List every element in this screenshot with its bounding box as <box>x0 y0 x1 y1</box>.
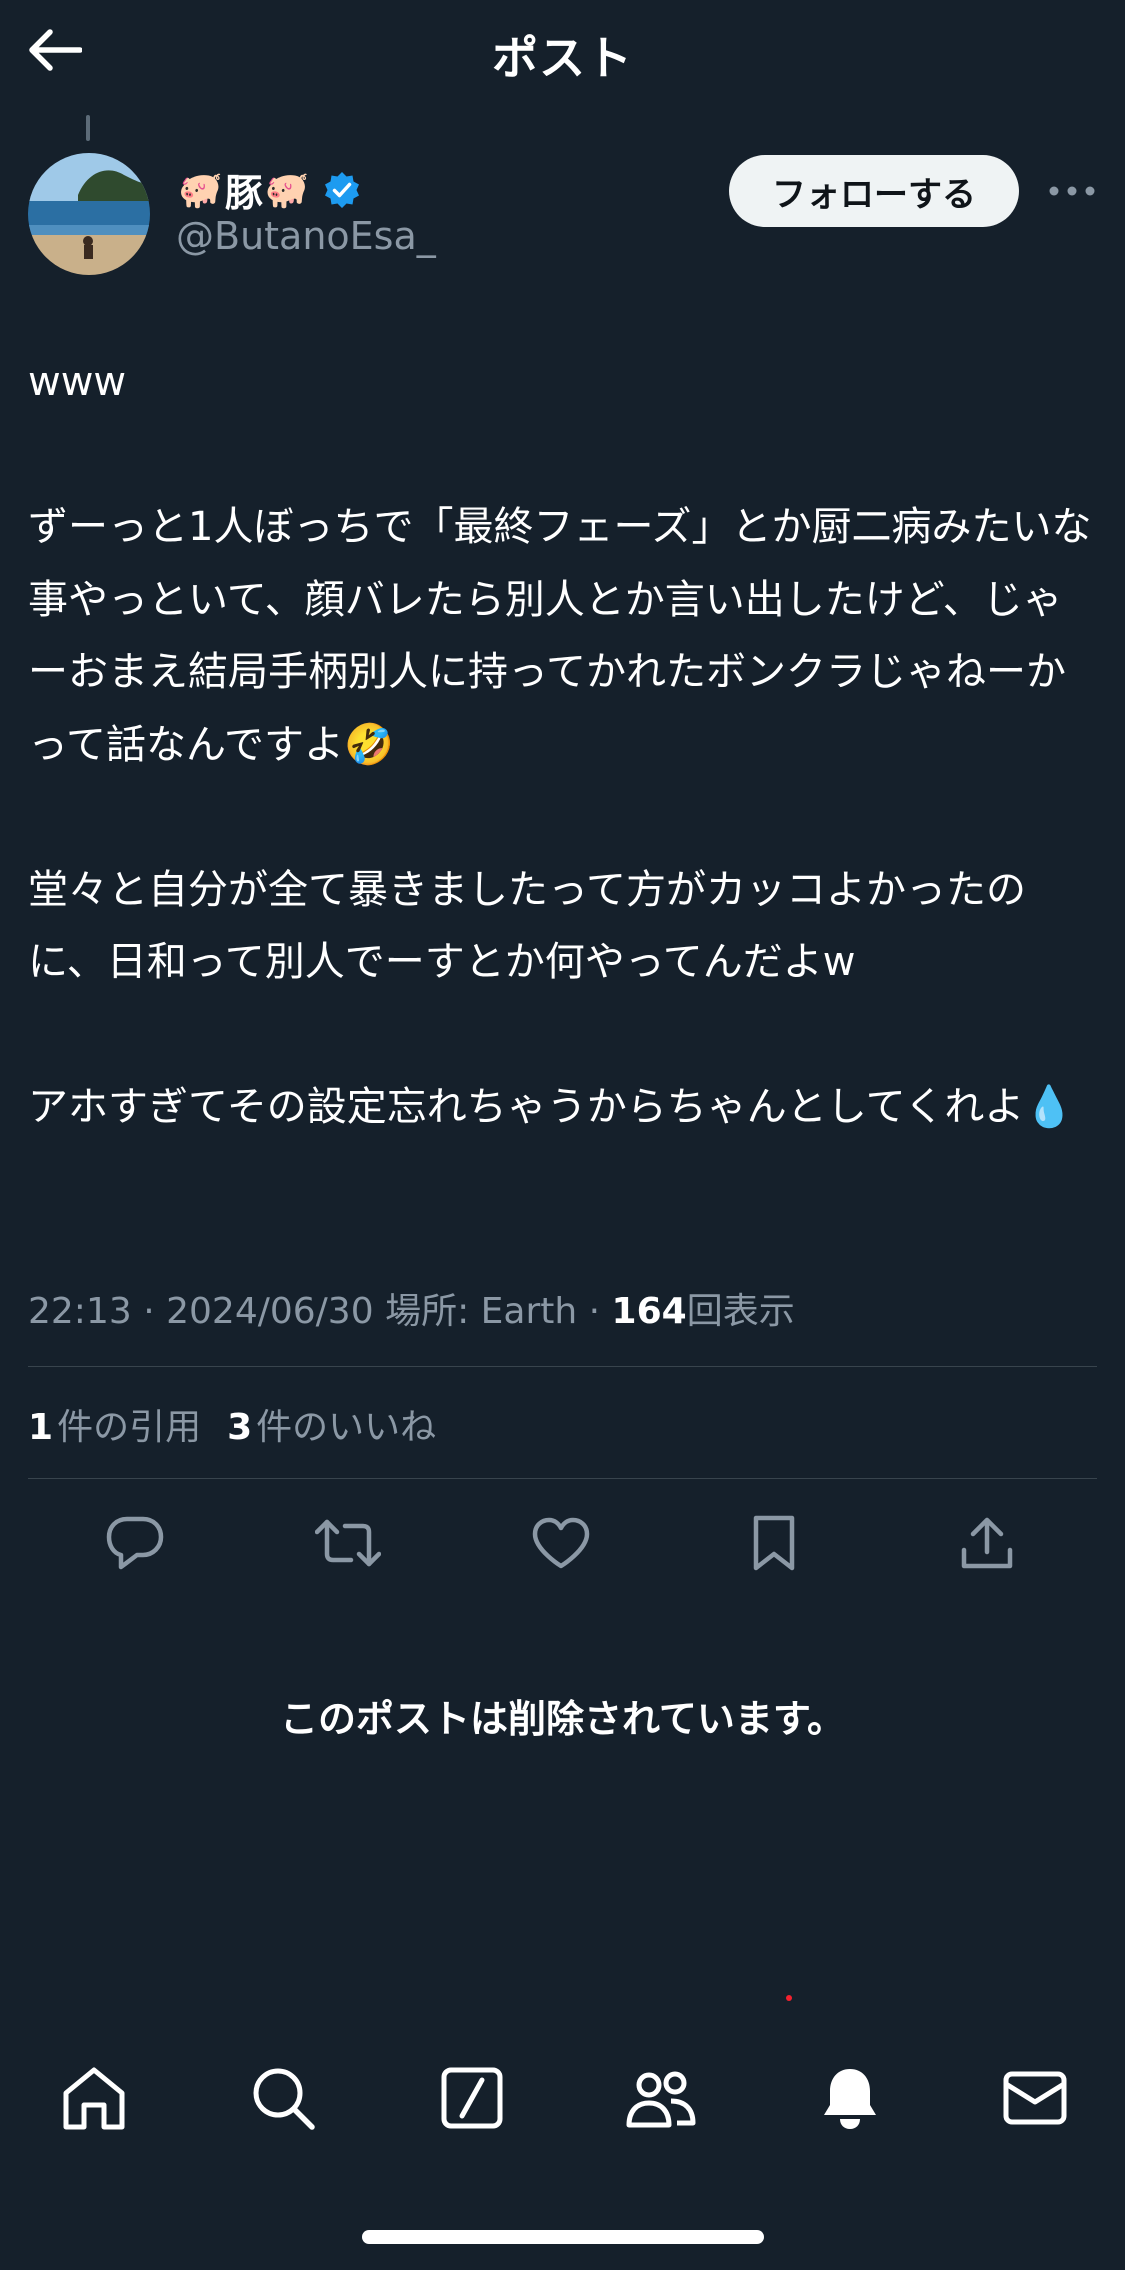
more-options-button[interactable] <box>1044 168 1100 214</box>
meta-separator: · <box>143 1291 155 1332</box>
avatar[interactable] <box>28 153 150 275</box>
post-paragraph: www <box>28 359 127 405</box>
views-label[interactable]: 回表示 <box>687 1291 795 1332</box>
page-title: ポスト <box>492 31 633 85</box>
bookmark-icon <box>753 1515 795 1571</box>
quotes-count: 1 <box>28 1407 54 1448</box>
home-indicator[interactable] <box>362 2230 764 2244</box>
notification-dot <box>786 1995 792 2001</box>
display-name-text: 豚 <box>224 171 263 215</box>
post-action-bar <box>0 1505 1125 1581</box>
top-bar: ポスト <box>0 0 1125 100</box>
post-metadata: 22:13 · 2024/06/30 場所: Earth · 164回表示 <box>28 1282 795 1334</box>
deleted-post-notice: このポストは削除されています。 <box>279 1697 846 1741</box>
post-time[interactable]: 22:13 <box>28 1291 132 1332</box>
tab-communities[interactable] <box>621 2058 701 2138</box>
likes-count: 3 <box>227 1407 253 1448</box>
tab-home[interactable] <box>54 2058 134 2138</box>
tab-messages[interactable] <box>995 2058 1075 2138</box>
bottom-tab-bar <box>0 2040 1125 2150</box>
tab-notifications[interactable] <box>810 2058 890 2138</box>
thread-connector-line <box>86 115 90 141</box>
follow-button[interactable]: フォローする <box>729 155 1019 227</box>
tab-search[interactable] <box>243 2058 323 2138</box>
post-location: 場所: Earth <box>385 1291 578 1332</box>
tab-grok[interactable] <box>432 2058 512 2138</box>
like-icon <box>532 1517 590 1569</box>
likes-stat[interactable]: 3 件のいいね <box>227 1398 436 1450</box>
meta-separator: · <box>588 1291 601 1332</box>
views-count[interactable]: 164 <box>612 1291 687 1332</box>
pig-emoji-left: 🐖 <box>178 169 223 211</box>
repost-icon <box>315 1519 381 1567</box>
post-paragraph: アホすぎてその設定忘れちゃうからちゃんとしてくれよ💧 <box>28 1084 1075 1130</box>
grok-icon <box>441 2067 503 2129</box>
notifications-icon <box>824 2069 876 2129</box>
repost-button[interactable] <box>310 1505 386 1581</box>
quotes-label: 件の引用 <box>57 1407 202 1448</box>
likes-label: 件のいいね <box>256 1407 437 1448</box>
more-dots-icon <box>1049 186 1095 196</box>
avatar-beach-image <box>28 153 150 275</box>
communities-icon <box>626 2071 696 2128</box>
share-icon <box>961 1517 1013 1569</box>
post-paragraph: 堂々と自分が全て暴きましたって方がカッコよかったのに、日和って別人でーすとか何や… <box>28 866 1026 986</box>
post-paragraph: ずーっと1人ぼっちで「最終フェーズ」とか厨二病みたいな事やっといて、顔バレたら別… <box>28 504 1092 768</box>
share-button[interactable] <box>949 1505 1025 1581</box>
quotes-stat[interactable]: 1 件の引用 <box>28 1398 201 1450</box>
pig-emoji-right: 🐖 <box>264 169 310 211</box>
bookmark-button[interactable] <box>736 1505 812 1581</box>
post-text: www ずーっと1人ぼっちで「最終フェーズ」とか厨二病みたいな事やっといて、顔バ… <box>28 346 1098 1144</box>
post-date[interactable]: 2024/06/30 <box>166 1291 374 1332</box>
engagement-stats: 1 件の引用 3 件のいいね <box>28 1398 462 1450</box>
divider <box>28 1478 1097 1479</box>
reply-button[interactable] <box>97 1505 173 1581</box>
display-name[interactable]: 🐖 豚 🐖 <box>176 162 362 217</box>
home-icon <box>63 2067 125 2130</box>
verified-badge-icon <box>322 170 362 210</box>
messages-icon <box>1003 2071 1067 2125</box>
user-handle[interactable]: @ButanoEsa_ <box>176 214 436 258</box>
search-icon <box>253 2068 315 2130</box>
reply-icon <box>106 1516 164 1570</box>
like-button[interactable] <box>523 1505 599 1581</box>
divider <box>28 1366 1097 1367</box>
